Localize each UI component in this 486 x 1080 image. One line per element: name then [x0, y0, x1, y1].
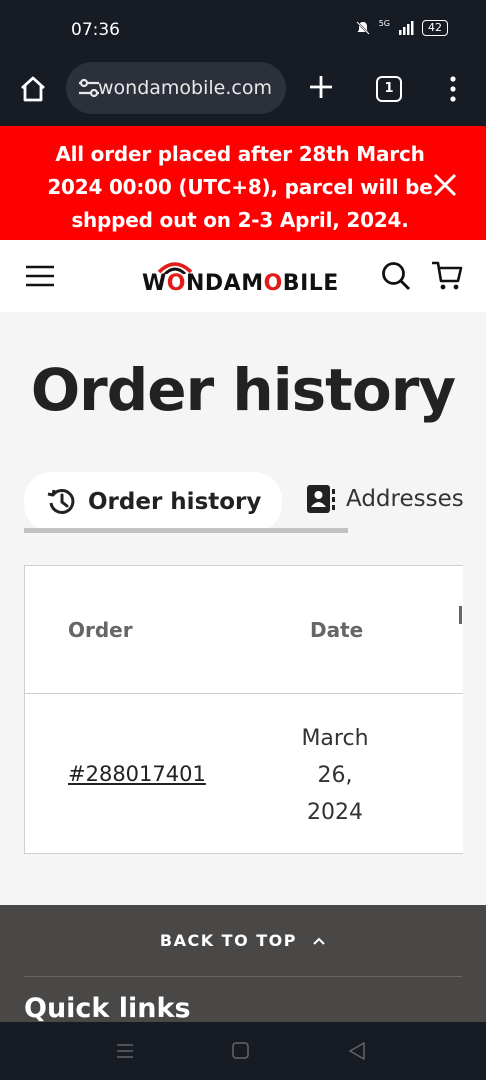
- more-options-icon[interactable]: [446, 74, 460, 104]
- status-icons: 5G 42: [355, 18, 448, 36]
- footer-divider: [24, 976, 462, 977]
- tab-addresses[interactable]: Addresses: [306, 484, 464, 514]
- tab-addresses-label: Addresses: [346, 486, 464, 512]
- logo-wordmark: WONDAMOBILE: [142, 271, 339, 296]
- tab-switcher-button[interactable]: 1: [376, 76, 402, 102]
- battery-indicator: 42: [422, 20, 448, 36]
- quick-links-heading: Quick links: [24, 993, 191, 1022]
- page-title: Order history: [30, 356, 456, 424]
- new-tab-icon[interactable]: [306, 72, 336, 102]
- table-header-cutoff: [459, 606, 462, 624]
- search-icon[interactable]: [380, 260, 412, 292]
- chevron-up-icon: [313, 937, 325, 945]
- status-time: 07:36: [71, 20, 120, 40]
- tab-order-history-label: Order history: [88, 489, 262, 515]
- network-type: 5G: [378, 18, 390, 28]
- table-header-order: Order: [68, 618, 133, 642]
- order-date: March 26, 2024: [301, 726, 369, 825]
- mute-bell-icon: [355, 21, 370, 35]
- table-header-date: Date: [310, 618, 364, 642]
- tab-underline: [24, 528, 348, 533]
- home-icon[interactable]: [18, 74, 48, 104]
- hamburger-menu-icon[interactable]: [24, 264, 56, 288]
- signal-icon: [399, 21, 414, 35]
- nav-home-icon[interactable]: [232, 1042, 249, 1059]
- system-nav-bar: [0, 1022, 486, 1080]
- row-divider: [25, 693, 463, 694]
- back-to-top-button[interactable]: BACK TO TOP: [0, 931, 486, 950]
- status-bar: 07:36 5G 42: [0, 0, 486, 60]
- site-header: WONDAMOBILE: [0, 240, 486, 312]
- browser-toolbar: wondamobile.com 1: [0, 60, 486, 126]
- back-icon[interactable]: [348, 1041, 366, 1061]
- address-book-icon: [307, 485, 335, 513]
- cart-icon[interactable]: [430, 258, 464, 292]
- recents-icon[interactable]: [116, 1042, 134, 1060]
- announcement-bar: All order placed after 28th March 2024 0…: [0, 126, 486, 240]
- address-bar[interactable]: wondamobile.com: [66, 62, 286, 114]
- announcement-text: All order placed after 28th March 2024 0…: [47, 142, 433, 232]
- order-link[interactable]: #288017401: [68, 762, 206, 786]
- url-text: wondamobile.com: [98, 77, 272, 99]
- order-table: Order Date #288017401 March 26, 2024: [24, 565, 463, 854]
- tab-order-history[interactable]: Order history: [24, 472, 282, 532]
- site-logo[interactable]: WONDAMOBILE: [142, 258, 346, 298]
- footer: BACK TO TOP Quick links: [0, 905, 486, 1022]
- history-icon: [47, 488, 75, 514]
- close-icon[interactable]: [430, 170, 460, 200]
